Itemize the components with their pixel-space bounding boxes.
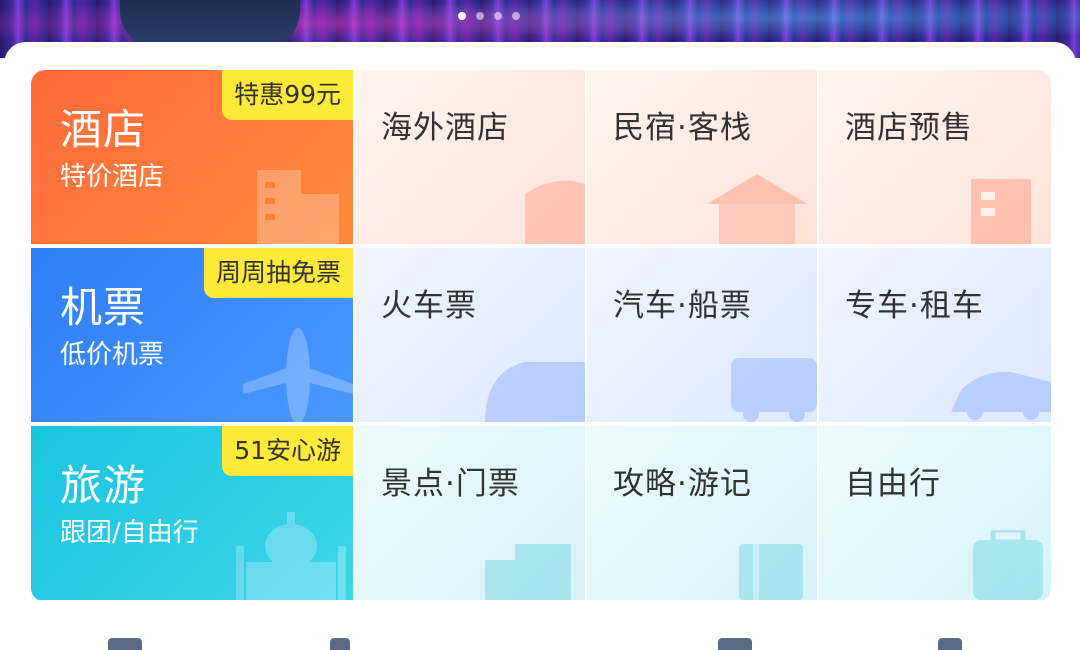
travel-main-tile[interactable]: 旅游 跟团/自由行 51安心游 (31, 426, 353, 600)
building-icon (257, 170, 339, 244)
guide-travelogue-label: 攻略·游记 (613, 466, 752, 502)
house-icon (707, 174, 807, 244)
car-icon (951, 371, 1051, 420)
hotel-presale-label: 酒店预售 (845, 110, 973, 146)
flight-title: 机票 (60, 283, 147, 332)
self-guided-tour-label: 自由行 (845, 466, 941, 502)
luggage-icon (973, 530, 1043, 600)
travel-title: 旅游 (60, 461, 147, 510)
bus-icon (731, 358, 817, 422)
hotel-presale-tile[interactable]: 酒店预售 (819, 70, 1051, 244)
hotel-presale-icon (971, 179, 1031, 244)
car-rental-label: 专车·租车 (845, 288, 984, 324)
bus-ship-label: 汽车·船票 (613, 288, 752, 324)
hotel-subtitle: 特价酒店 (60, 162, 165, 192)
travel-subtitle: 跟团/自由行 (60, 518, 199, 548)
travel-promo-badge: 51安心游 (222, 426, 353, 476)
guide-travelogue-tile[interactable]: 攻略·游记 (587, 426, 817, 600)
flight-promo-badge: 周周抽免票 (203, 248, 353, 298)
flight-row: 机票 低价机票 周周抽免票 火车票 汽车·船票 专车·租车 (31, 248, 1051, 422)
banner-pagination (458, 12, 520, 20)
pagination-dot (512, 12, 520, 20)
partial-nav-icon[interactable] (938, 638, 962, 650)
hotel-row: 酒店 特价酒店 特惠99元 海外酒店 民宿·客栈 酒店预售 (31, 70, 1051, 244)
pagination-dot (458, 12, 466, 20)
train-icon (485, 362, 585, 422)
travel-row: 旅游 跟团/自由行 51安心游 景点·门票 攻略·游记 自由行 (31, 426, 1051, 600)
partial-nav-icon[interactable] (718, 638, 752, 650)
homestay-label: 民宿·客栈 (613, 110, 752, 146)
book-icon (739, 544, 803, 600)
landmark-icon (236, 512, 346, 600)
bus-ship-tile[interactable]: 汽车·船票 (587, 248, 817, 422)
bottom-icon-strip (0, 628, 1080, 650)
overseas-hotel-label: 海外酒店 (381, 110, 509, 146)
train-ticket-tile[interactable]: 火车票 (355, 248, 585, 422)
partial-nav-icon[interactable] (330, 638, 350, 650)
flight-subtitle: 低价机票 (60, 340, 165, 370)
overseas-hotel-tile[interactable]: 海外酒店 (355, 70, 585, 244)
overseas-hotel-icon (525, 180, 585, 244)
homestay-tile[interactable]: 民宿·客栈 (587, 70, 817, 244)
hotel-main-tile[interactable]: 酒店 特价酒店 特惠99元 (31, 70, 353, 244)
partial-nav-icon[interactable] (108, 638, 142, 650)
car-rental-tile[interactable]: 专车·租车 (819, 248, 1051, 422)
pagination-dot (494, 12, 502, 20)
train-ticket-label: 火车票 (381, 288, 477, 324)
pagination-dot (476, 12, 484, 20)
hotel-promo-badge: 特惠99元 (222, 70, 353, 120)
ticket-icon (485, 544, 571, 600)
hotel-title: 酒店 (60, 105, 147, 154)
service-grid: 酒店 特价酒店 特惠99元 海外酒店 民宿·客栈 酒店预售 机票 低价机票 周周… (31, 70, 1051, 602)
flight-main-tile[interactable]: 机票 低价机票 周周抽免票 (31, 248, 353, 422)
airplane-icon (243, 328, 353, 422)
attraction-ticket-tile[interactable]: 景点·门票 (355, 426, 585, 600)
attraction-ticket-label: 景点·门票 (381, 466, 520, 502)
self-guided-tour-tile[interactable]: 自由行 (819, 426, 1051, 600)
